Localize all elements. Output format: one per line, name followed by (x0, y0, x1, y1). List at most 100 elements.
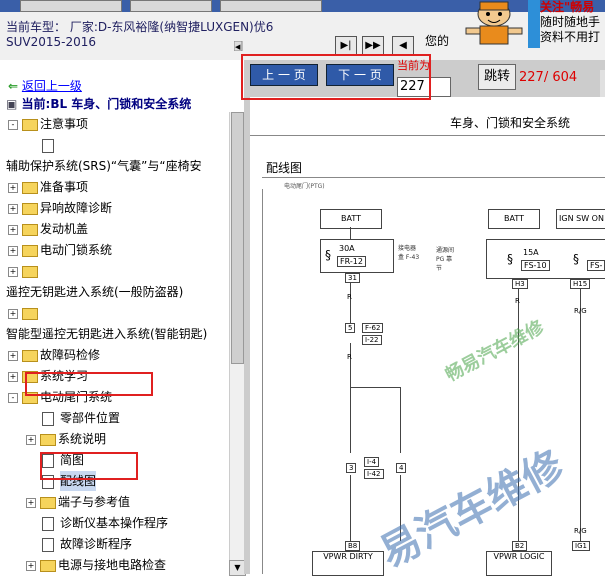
ad-line-1: 随时随地手 (540, 15, 601, 29)
top-tab-1[interactable] (20, 0, 122, 12)
wire (350, 227, 351, 239)
heading-divider (262, 177, 605, 178)
svg-text:◀: ◀ (235, 43, 241, 51)
tree-item-label[interactable]: 电源与接地电路检查 (58, 555, 166, 574)
tree-item-label[interactable]: 异响故障诊断 (40, 198, 112, 218)
wire (350, 475, 351, 541)
ign-sw-box: IGN SW ON (556, 209, 605, 229)
current-section-label: 当前:BL 车身、门锁和安全系统 (21, 97, 192, 111)
highlight-tailgate (25, 372, 153, 396)
document-icon (42, 412, 54, 426)
folder-icon (22, 308, 38, 320)
pin-3: 3 (346, 463, 357, 473)
viewer-scroll-top[interactable]: ◀ (233, 40, 605, 52)
fuse-box-right: § 15A FS-10 § FS- (486, 239, 605, 279)
ad-panel: 关注"畅易 随时随地手 资料不用打 (540, 0, 600, 45)
expand-icon[interactable]: + (8, 183, 18, 193)
wire-label-r: R (347, 293, 352, 301)
folder-icon (22, 224, 38, 236)
highlight-pager (241, 54, 431, 100)
expand-icon[interactable]: + (8, 267, 18, 277)
tree-item-label[interactable]: 发动机盖 (40, 219, 88, 239)
wiring-heading: 配线图 (266, 161, 303, 175)
back-link[interactable]: ⇐ 返回上一级 (8, 76, 82, 96)
expand-icon[interactable]: + (26, 498, 36, 508)
folder-icon (40, 497, 56, 509)
wire-label-r: R (347, 353, 352, 361)
vpwr-dirty-box: VPWR DIRTY (312, 551, 384, 576)
document-page: 车身、门锁和安全系统 配线图 电动尾门(PTG) BATT § 30A FR-1… (250, 97, 605, 577)
computer-icon: ▣ (6, 97, 18, 111)
top-tab-3[interactable] (220, 0, 322, 12)
conn-f62: F-62 (362, 323, 384, 333)
expand-icon[interactable]: + (8, 372, 18, 382)
tree-item-label[interactable]: 准备事项 (40, 177, 88, 197)
title-divider (250, 135, 605, 136)
expand-icon[interactable]: + (8, 225, 18, 235)
tree-scroll-thumb[interactable] (231, 112, 244, 364)
tree-item-label[interactable]: 智能型遥控无钥匙进入系统(智能钥匙) (6, 324, 207, 344)
tree-item-label[interactable]: 端子与参考值 (58, 492, 130, 512)
page-count: 227/ 604 (519, 70, 578, 85)
tree-item-label[interactable]: 诊断仪基本操作程序 (60, 513, 168, 533)
folder-icon (22, 119, 38, 131)
pin-31: 31 (345, 273, 360, 283)
pin-b8: B8 (345, 541, 361, 551)
fuse-fs-label: FS- (587, 260, 605, 271)
batt-box-2: BATT (488, 209, 540, 229)
wire (350, 283, 351, 323)
expand-icon[interactable]: + (8, 246, 18, 256)
collapse-icon[interactable]: - (8, 393, 18, 403)
document-icon (42, 538, 54, 552)
wire-label-rg: R/G (574, 527, 587, 535)
wire (350, 387, 400, 388)
pin-4: 4 (396, 463, 407, 473)
wire (580, 289, 581, 541)
tree-item-label[interactable]: 零部件位置 (60, 408, 120, 428)
tree-item-label[interactable]: 故障码检修 (40, 345, 100, 365)
back-arrow-icon: ⇐ (8, 79, 19, 93)
fuse-fs10-label: FS-10 (521, 260, 550, 271)
folder-icon (40, 434, 56, 446)
document-icon (42, 517, 54, 531)
top-tab-2[interactable] (130, 0, 212, 12)
expand-icon[interactable]: + (8, 204, 18, 214)
pin-b2: B2 (512, 541, 528, 551)
tree-item-label[interactable]: 注意事项 (40, 114, 88, 134)
tree-item-label[interactable]: 系统说明 (58, 429, 106, 449)
conn-i42: I-42 (364, 469, 384, 479)
vpwr-logic-box: VPWR LOGIC (486, 551, 552, 576)
expand-icon[interactable]: + (26, 435, 36, 445)
collapse-icon[interactable]: - (8, 120, 18, 130)
conn-i22: I-22 (362, 335, 382, 345)
wire-label-r: R (515, 297, 520, 305)
pin-h3: H3 (512, 279, 528, 289)
expand-icon[interactable]: + (8, 351, 18, 361)
wire (400, 387, 401, 453)
fuse-15a-label: 15A (523, 248, 539, 257)
batt-box: BATT (320, 209, 382, 229)
fuse-box-left: § 30A FR-12 (320, 239, 394, 273)
conn-box-label: 接电器盒 F-43 (398, 245, 420, 261)
tree-item-label[interactable]: 遥控无钥匙进入系统(一般防盗器) (6, 282, 183, 302)
section-title: 车身、门锁和安全系统 (450, 116, 571, 130)
tree-item-label[interactable]: 故障诊断程序 (60, 534, 132, 554)
folder-icon (22, 266, 38, 278)
pin-ig1: IG1 (572, 541, 590, 551)
folder-icon (40, 560, 56, 572)
tree-item-label[interactable]: 电动门锁系统 (40, 240, 112, 260)
tree-item-label[interactable]: 辅助保护系统(SRS)“气囊”与“座椅安 (6, 156, 202, 176)
current-section: ▣ 当前:BL 车身、门锁和安全系统 (6, 94, 191, 114)
diagram-border (262, 189, 263, 574)
fuse-icon: § (325, 248, 331, 262)
jump-button[interactable]: 跳转 (478, 64, 516, 90)
watermark-small: 畅易汽车维修 (442, 316, 548, 386)
navigation-tree: ⇐ 返回上一级 ▣ 当前:BL 车身、门锁和安全系统 - 注意事项辅助保护系统(S… (0, 60, 244, 574)
document-icon (42, 139, 54, 153)
expand-icon[interactable]: + (8, 309, 18, 319)
conn-pg-label: 通源间 PG 靠节 (436, 247, 455, 272)
back-link-label[interactable]: 返回上一级 (22, 79, 82, 93)
expand-icon[interactable]: + (26, 561, 36, 571)
wire-label-rg: R/G (574, 307, 587, 315)
ad-title: 关注"畅易 (540, 0, 595, 14)
